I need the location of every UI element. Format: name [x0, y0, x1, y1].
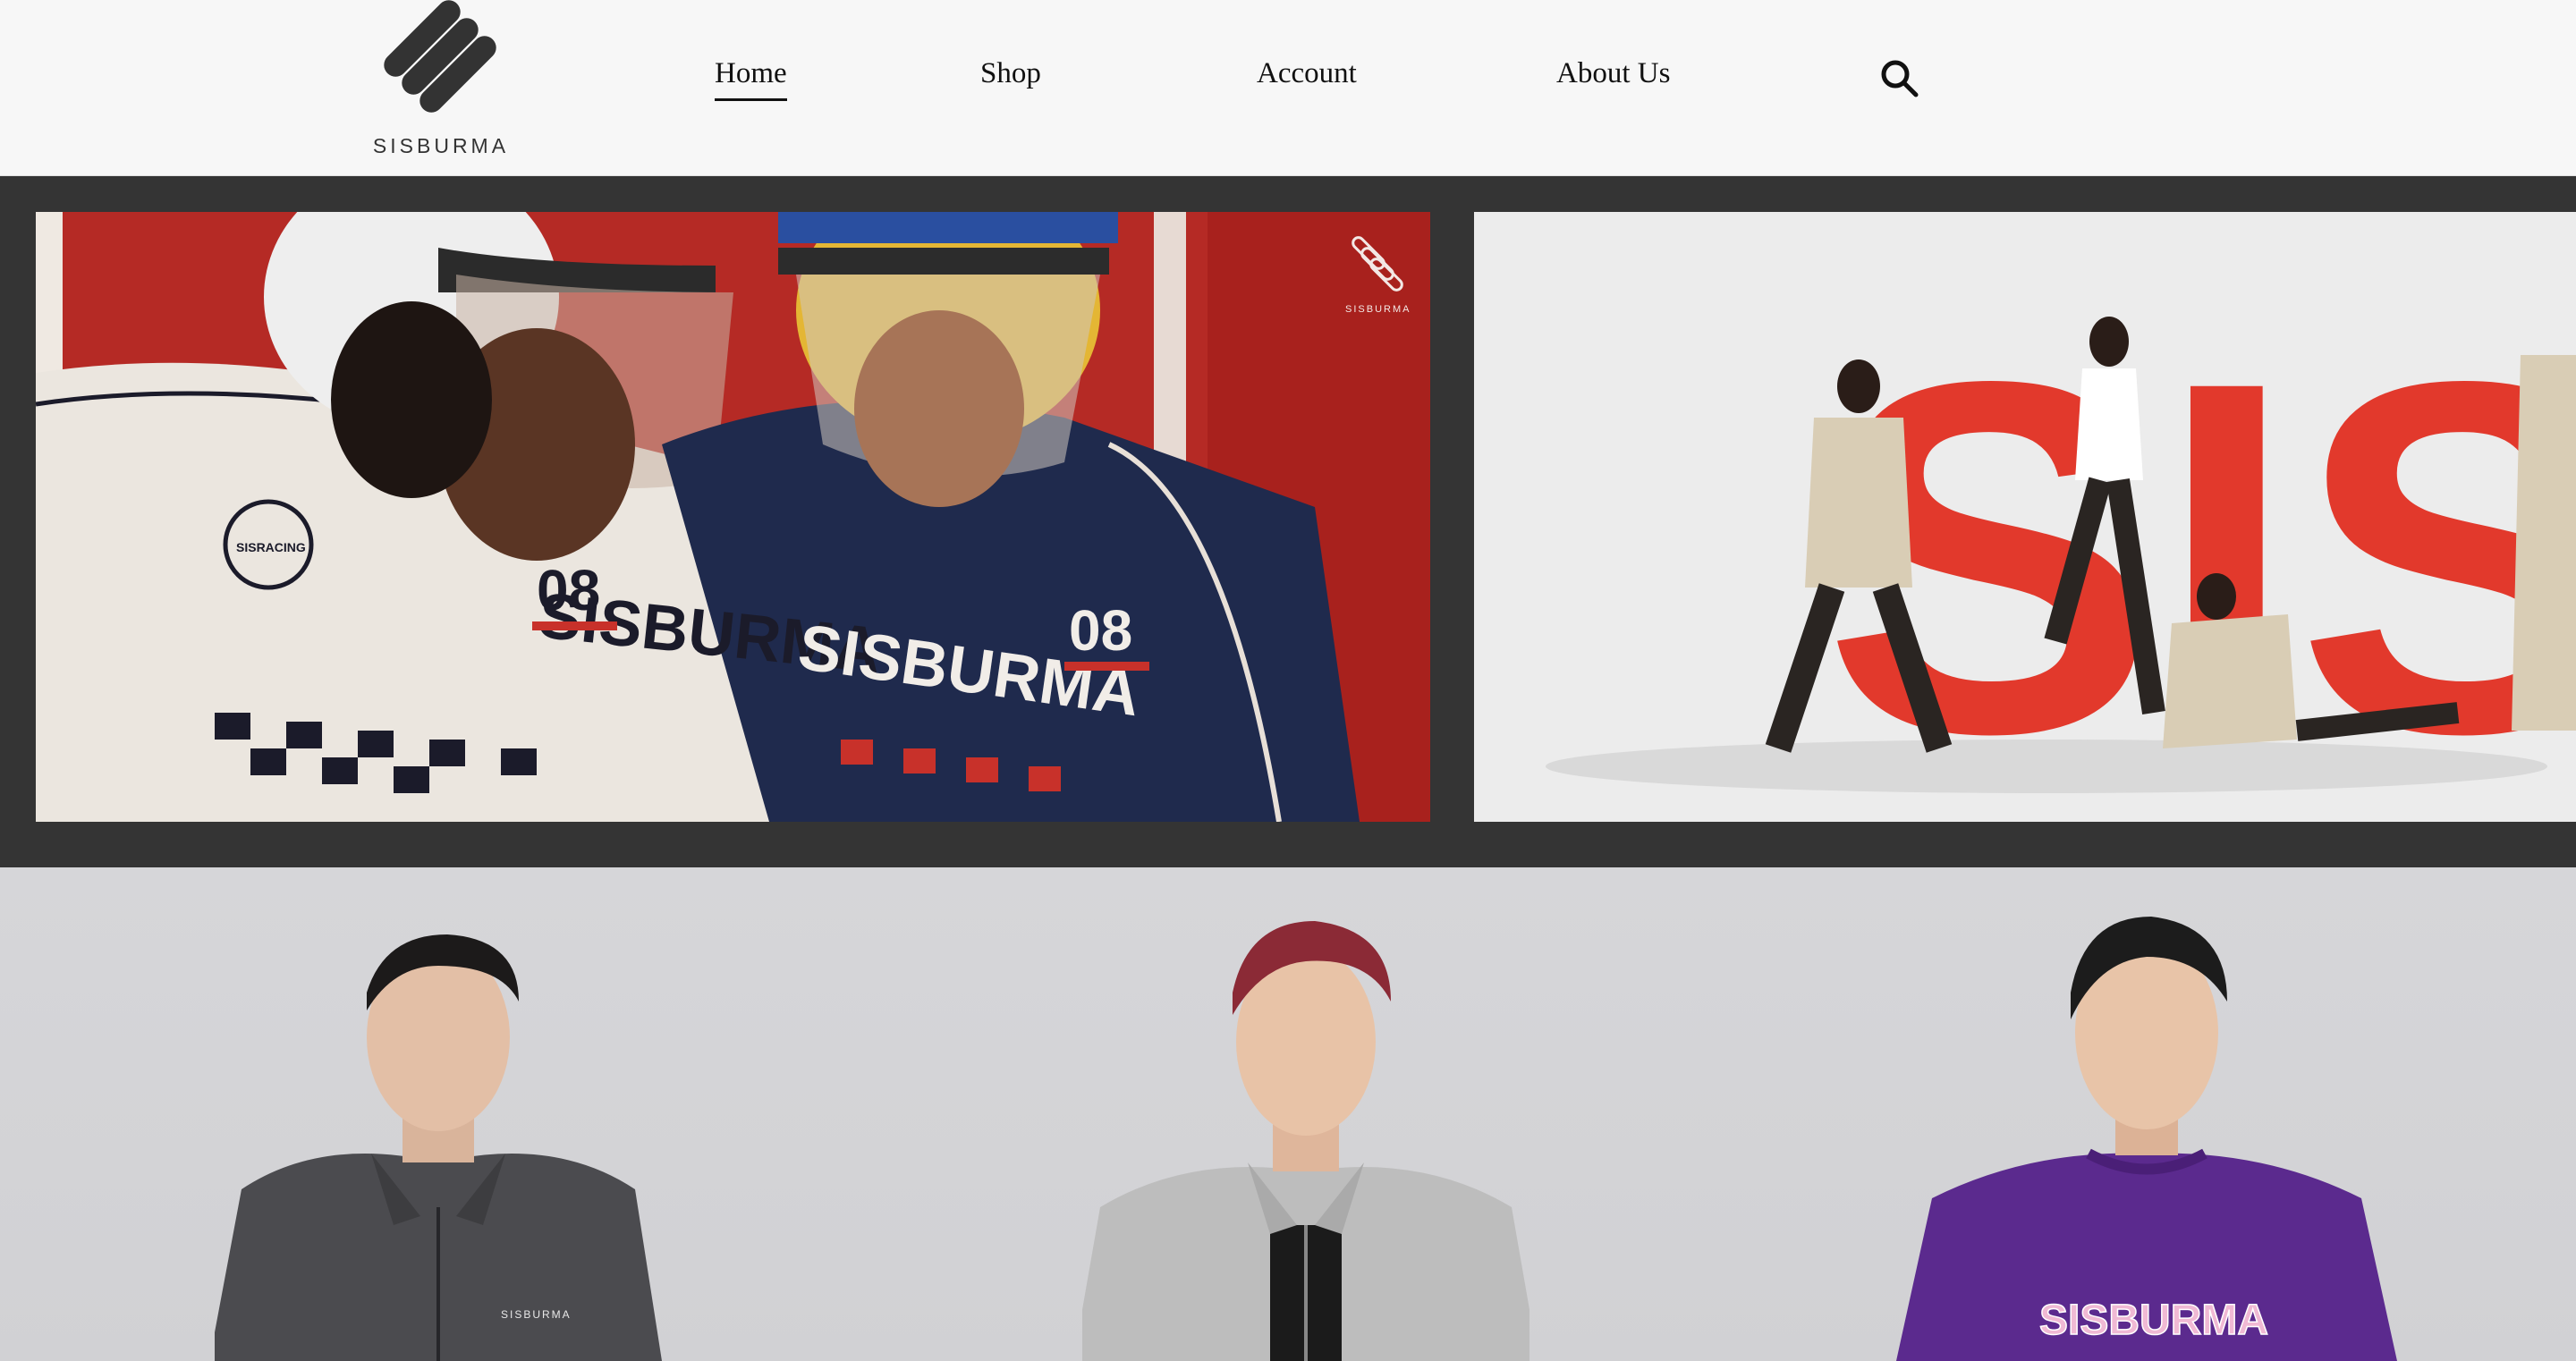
brand-logo[interactable]: SISBURMA [369, 0, 513, 161]
racing-badge: SISRACING [236, 540, 306, 554]
nav-home[interactable]: Home [715, 57, 787, 101]
search-icon [1881, 60, 1919, 97]
brand-name: SISBURMA [372, 134, 510, 157]
slide-watermark: SISBURMA [1345, 304, 1411, 315]
site-header: SISBURMA Home Shop Account About Us [0, 0, 2576, 176]
nav-account[interactable]: Account [1257, 57, 1357, 90]
model-purple-sweatshirt[interactable]: SISBURMA [1896, 867, 2397, 1361]
jersey-number-right: 08 [1069, 598, 1132, 663]
model-photo-1: SISBURMA [209, 934, 662, 1361]
three-diagonal-bars-logo-icon [384, 0, 496, 113]
hero-carousel: SISBURMA 08 SISBURMA 08 SISRACING SISBUR… [0, 176, 2576, 867]
model-3-print: SISBURMA [2039, 1297, 2268, 1344]
jersey-number-left: 08 [537, 558, 600, 622]
sis-photo: SIS [1474, 212, 2576, 822]
model-1-print: SISBURMA [501, 1308, 572, 1321]
models-showcase: SISBURMA SISBURMA [0, 867, 2576, 1361]
hero-slide-sis[interactable]: SIS [1474, 212, 2576, 822]
model-gray-halfzip[interactable]: SISBURMA [209, 867, 662, 1361]
model-lightgray-jacket[interactable] [1073, 867, 1538, 1361]
nav-about-us[interactable]: About Us [1556, 57, 1670, 90]
racing-photo: SISBURMA 08 SISBURMA 08 SISRACING SISBUR… [36, 212, 1430, 822]
hero-slide-racing[interactable]: SISBURMA 08 SISBURMA 08 SISRACING SISBUR… [36, 212, 1430, 822]
model-photo-2 [1073, 921, 1538, 1361]
search-button[interactable] [1878, 57, 1919, 98]
nav-shop[interactable]: Shop [980, 57, 1041, 90]
model-photo-3: SISBURMA [1896, 917, 2397, 1361]
